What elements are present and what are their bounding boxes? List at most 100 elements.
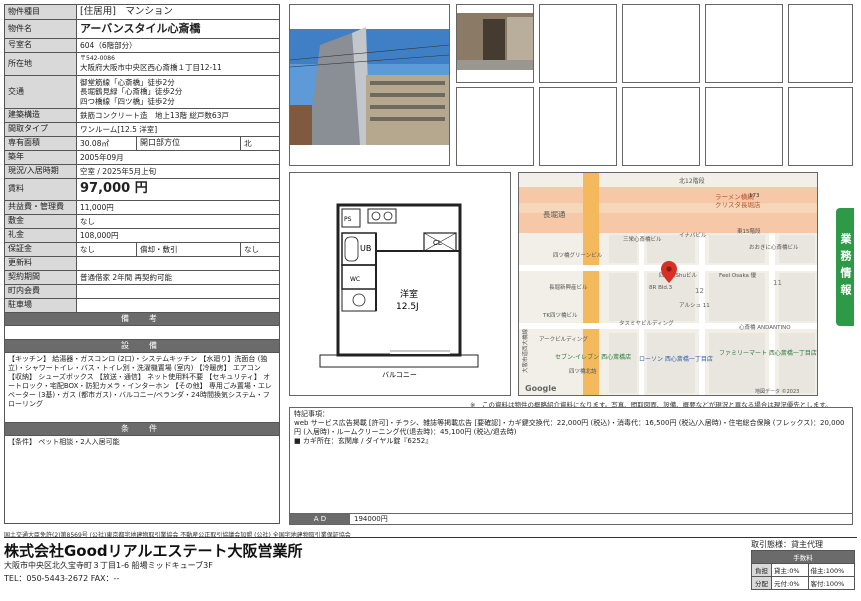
photo-slot[interactable] <box>622 87 700 166</box>
town-fee-label: 町内会費 <box>4 283 77 299</box>
traffic-line: 御堂筋線「心斎橋」徒歩2分 <box>80 77 175 87</box>
balcony-label: バルコニー <box>382 371 417 379</box>
type-value: [住居用] マンション <box>76 4 280 20</box>
map-label: イナバビル <box>679 231 707 239</box>
key-money-value: 108,000円 <box>76 227 280 243</box>
key-money-label: 礼金 <box>4 227 77 243</box>
guarantee-label: 保証金 <box>4 241 77 257</box>
map-label: 四ツ橋グリーンビル <box>553 251 603 259</box>
room-name-label: 洋室 <box>400 288 418 300</box>
conditions-text: 【条件】 ペット相談・2人入居可能 <box>4 434 280 524</box>
conditions-header: 条 件 <box>4 421 280 436</box>
cl-label: CL <box>433 239 442 247</box>
entrance-photo-image <box>457 5 533 82</box>
remarks-line: ■ カギ所在：玄関扉 / ダイヤル錠『6252』 <box>294 437 433 446</box>
floorplan[interactable]: PS UB WC CL 洋室 12.5J バルコニー <box>289 172 511 396</box>
map-label: Feel Osaka 優 <box>719 271 757 279</box>
building-photo[interactable] <box>289 4 450 166</box>
fee-value: 11,000円 <box>76 199 280 215</box>
room-value: 604（6階部分） <box>76 37 280 53</box>
map-label: セブン-イレブン 西心斎橋店 <box>555 353 631 361</box>
photo-slot[interactable] <box>705 87 783 166</box>
equipment-text: 【キッチン】 給湯器・ガスコンロ (2口)・システムキッチン 【水廻り】洗面台 … <box>4 351 280 423</box>
map-label: 心斎橋 ANDANTINO <box>739 323 791 331</box>
map-label: TK四ツ橋ビル <box>542 311 578 319</box>
remarks-title: 特記事項： <box>294 410 329 418</box>
map-label: 11 <box>773 279 782 287</box>
struct-value: 鉄筋コンクリート造 地上13階 総戸数63戸 <box>76 107 280 123</box>
map-attribution: 地図データ ©2023 <box>755 388 799 395</box>
company-phone: TEL：050-5443-2672 FAX：-- <box>4 574 120 583</box>
layout-label: 間取タイプ <box>4 121 77 137</box>
traffic-label: 交通 <box>4 74 77 109</box>
ps-label: PS <box>344 216 352 223</box>
company-address: 大阪市中央区北久宝寺町３丁目1-6 船場ミッドキューブ3F <box>4 561 213 570</box>
photo-slot[interactable] <box>788 87 853 166</box>
traffic-cell: 御堂筋線「心斎橋」徒歩2分 長堀鶴見緑「心斎橋」徒歩2分 四つ橋線「四ツ橋」徒歩… <box>76 74 280 109</box>
footer-divider <box>4 537 857 538</box>
map-label: 長堀通 <box>543 209 566 219</box>
commission-header: 手数料 <box>751 550 855 564</box>
map-label: 長堀新興産ビル <box>549 283 588 291</box>
map-label: 12 <box>695 287 704 295</box>
status-value: 空室 / 2025年5月上旬 <box>76 163 280 179</box>
location-map[interactable]: 北12階段 ラーメン横綱 クリスタ長堀店 長堀通 三栄心斎橋ビル イナバビル 四… <box>518 172 818 396</box>
map-label: 173 <box>749 193 760 199</box>
photo-slot[interactable] <box>705 4 783 83</box>
google-logo: Google <box>525 384 557 393</box>
fee-row-label: 分配 <box>751 576 772 590</box>
parking-label: 駐車場 <box>4 297 77 313</box>
deposit-value: なし <box>76 213 280 229</box>
town-fee-value <box>76 283 280 299</box>
map-label: 四ツ橋北詰 <box>569 367 597 375</box>
name-label: 物件名 <box>4 18 77 39</box>
renew-value <box>76 255 280 271</box>
photo-slot[interactable] <box>539 4 617 83</box>
deposit-label: 敷金 <box>4 213 77 229</box>
map-label: 8R Bld.3 <box>649 285 673 291</box>
special-remarks: 特記事項： web サービス広告掲載 [許可]・チラシ、雑誌等掲載広告 [要確認… <box>289 407 853 514</box>
contract-value: 普通借家 2年間 再契約可能 <box>76 269 280 285</box>
building-photo-image <box>289 5 450 165</box>
zip-code: 〒542-0086 <box>80 55 115 63</box>
commission-table: 手数料 負担 貸主:0% 借主:100% 分配 元付:0% 客付:100% <box>751 550 856 590</box>
area-value: 30.08㎡ <box>76 135 137 151</box>
layout-value: ワンルーム[12.5 洋室] <box>76 121 280 137</box>
built-label: 築年 <box>4 149 77 165</box>
ad-value: 194000円 <box>354 515 388 523</box>
equipment-header: 設 備 <box>4 338 280 353</box>
property-name: アーバンスタイル心斎橋 <box>76 18 280 39</box>
map-label: タスミヤビルディング <box>619 319 674 327</box>
dir-value: 北 <box>240 135 280 151</box>
photo-slot[interactable] <box>456 87 534 166</box>
fee-row-value: 借主:100% <box>807 563 856 577</box>
ub-label: UB <box>360 244 371 253</box>
photo-slot[interactable] <box>788 4 853 83</box>
room-size-label: 12.5J <box>396 302 419 312</box>
remarks-line: web サービス広告掲載 [許可]・チラシ、雑誌等掲載広告 [要確認]・カギ鍵交… <box>294 419 845 437</box>
business-info-tab[interactable]: 業務情報 <box>836 208 854 326</box>
fee-label: 共益費・管理費 <box>4 199 77 215</box>
photo-slot[interactable] <box>539 87 617 166</box>
map-label: 三栄心斎橋ビル <box>623 235 662 243</box>
fee-row-value: 貸主:0% <box>771 563 809 577</box>
traffic-line: 四つ橋線「四ツ橋」徒歩2分 <box>80 96 175 106</box>
company-name: 株式会社Goodリアルエステート大阪営業所 <box>4 542 303 560</box>
amort-value: なし <box>240 241 280 257</box>
map-label: ファミリーマート 西心斎橋一丁目店 <box>719 349 817 357</box>
floorplan-drawing: PS UB WC CL 洋室 12.5J バルコニー <box>290 173 510 395</box>
map-label: 大阪市道西大橋線 <box>521 328 529 373</box>
map-label: アルシュ 11 <box>679 302 710 309</box>
map-label: ローソン 西心斎橋一丁目店 <box>639 355 713 363</box>
dir-label: 開口部方位 <box>135 135 242 151</box>
map-label: 東15階段 <box>737 227 761 235</box>
fee-row-value: 客付:100% <box>807 576 856 590</box>
guarantee-value: なし <box>76 241 137 257</box>
photo-slot[interactable] <box>622 4 700 83</box>
parking-value <box>76 297 280 313</box>
area-label: 専有面積 <box>4 135 77 151</box>
map-label: アークビルディング <box>539 335 588 343</box>
transaction-type: 取引態様：貸主代理 <box>751 540 823 549</box>
entrance-photo[interactable] <box>456 4 534 83</box>
ad-row: A D 194000円 <box>289 513 853 525</box>
